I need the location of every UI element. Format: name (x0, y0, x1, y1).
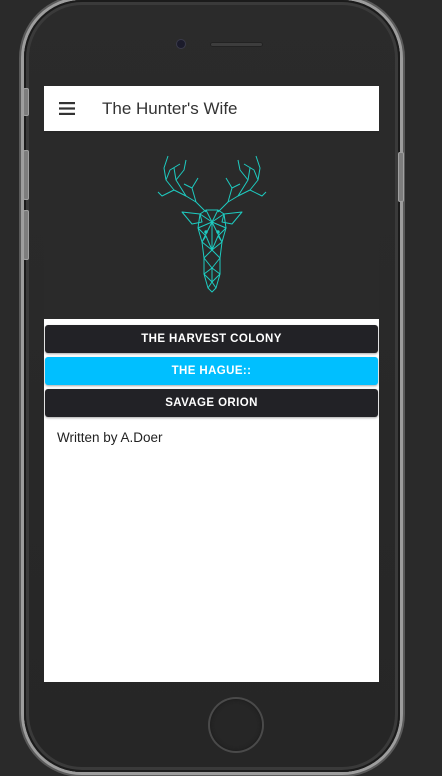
hamburger-menu-icon (59, 102, 75, 115)
power-button (398, 152, 404, 202)
nav-button-savage-orion[interactable]: SAVAGE ORION (45, 389, 378, 417)
mute-switch (23, 88, 29, 116)
front-camera (177, 40, 185, 48)
app-screen: The Hunter's Wife THE HARVEST COLONY THE… (44, 86, 379, 682)
author-credit: Written by A.Doer (57, 430, 163, 445)
nav-button-label: SAVAGE ORION (165, 397, 258, 409)
volume-down-button (23, 210, 29, 260)
nav-button-the-harvest-colony[interactable]: THE HARVEST COLONY (45, 325, 378, 353)
earpiece-speaker (210, 42, 263, 47)
menu-button[interactable] (44, 86, 90, 131)
hero-banner (44, 131, 379, 319)
geometric-stag-head-icon (156, 150, 268, 301)
app-title: The Hunter's Wife (102, 98, 238, 118)
nav-button-label: THE HARVEST COLONY (141, 333, 282, 345)
nav-button-the-hague[interactable]: THE HAGUE:: (45, 357, 378, 385)
volume-up-button (23, 150, 29, 200)
nav-button-label: THE HAGUE:: (171, 365, 252, 377)
home-button[interactable] (210, 699, 262, 751)
app-bar: The Hunter's Wife (44, 86, 379, 131)
story-nav-list: THE HARVEST COLONY THE HAGUE:: SAVAGE OR… (44, 319, 379, 417)
